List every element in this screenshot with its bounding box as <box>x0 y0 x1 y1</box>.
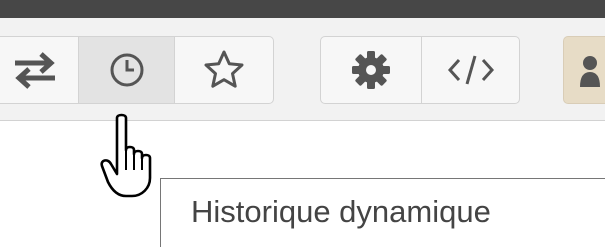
toolbar-divider <box>0 120 605 121</box>
star-outline-icon <box>204 50 244 88</box>
navigation-button-group <box>0 36 274 104</box>
mouse-cursor <box>100 112 172 205</box>
window-top-bar <box>0 0 605 18</box>
users-button[interactable] <box>563 36 605 104</box>
tools-button-group <box>320 36 520 104</box>
dynamic-history-button[interactable] <box>78 37 174 103</box>
tooltip-text: Historique dynamique <box>191 194 491 229</box>
settings-button[interactable] <box>321 37 421 103</box>
source-code-button[interactable] <box>421 37 519 103</box>
people-icon <box>580 56 600 87</box>
tooltip: Historique dynamique <box>160 178 605 247</box>
swap-button[interactable] <box>0 37 78 103</box>
hand-pointer-icon <box>100 113 152 198</box>
swap-arrows-icon <box>14 52 55 89</box>
code-icon <box>447 55 494 85</box>
clock-icon <box>110 53 143 87</box>
favorite-button[interactable] <box>174 37 273 103</box>
gear-icon <box>352 51 390 89</box>
